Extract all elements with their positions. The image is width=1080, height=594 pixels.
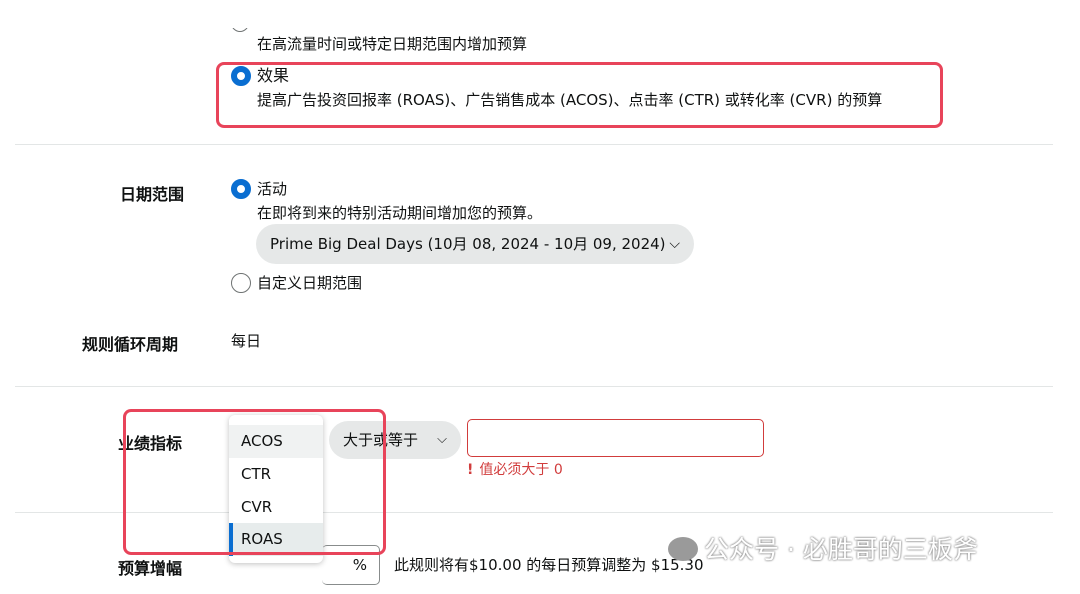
radio-event[interactable] xyxy=(231,179,251,199)
wechat-icon xyxy=(668,537,698,561)
radio-top-option[interactable] xyxy=(231,28,249,32)
metric-value-input[interactable] xyxy=(467,419,764,457)
recurrence-label: 规则循环周期 xyxy=(82,335,179,354)
watermark-text: 公众号 · 必胜哥的三板斧 xyxy=(704,535,978,564)
recurrence-value: 每日 xyxy=(231,332,262,350)
divider xyxy=(15,386,1053,387)
highlight-box-metric xyxy=(123,409,386,555)
chevron-down-icon: ⌵ xyxy=(437,432,447,447)
custom-date-label: 自定义日期范围 xyxy=(257,274,363,292)
event-date-select-value: Prime Big Deal Days (10月 08, 2024 - 10月 … xyxy=(270,235,666,253)
highlight-box-performance xyxy=(216,62,943,128)
event-date-select[interactable]: Prime Big Deal Days (10月 08, 2024 - 10月 … xyxy=(256,224,694,264)
budget-increase-label: 预算增幅 xyxy=(118,559,183,578)
divider xyxy=(15,144,1053,145)
chevron-down-icon: ⌵ xyxy=(669,236,680,252)
event-label: 活动 xyxy=(257,180,288,198)
date-range-label: 日期范围 xyxy=(120,185,185,204)
error-message: ! 值必须大于 0 xyxy=(467,460,563,480)
percent-unit: % xyxy=(352,556,367,574)
top-option-description: 在高流量时间或特定日期范围内增加预算 xyxy=(257,35,528,53)
error-icon: ! xyxy=(467,462,474,478)
watermark: 公众号 · 必胜哥的三板斧 xyxy=(668,530,978,566)
budget-increase-note: 此规则将有$10.00 的每日预算调整为 $15.30 xyxy=(394,556,704,574)
error-text: 值必须大于 0 xyxy=(479,462,563,478)
radio-custom-date[interactable] xyxy=(231,273,251,293)
event-description: 在即将到来的特别活动期间增加您的预算。 xyxy=(257,204,543,222)
